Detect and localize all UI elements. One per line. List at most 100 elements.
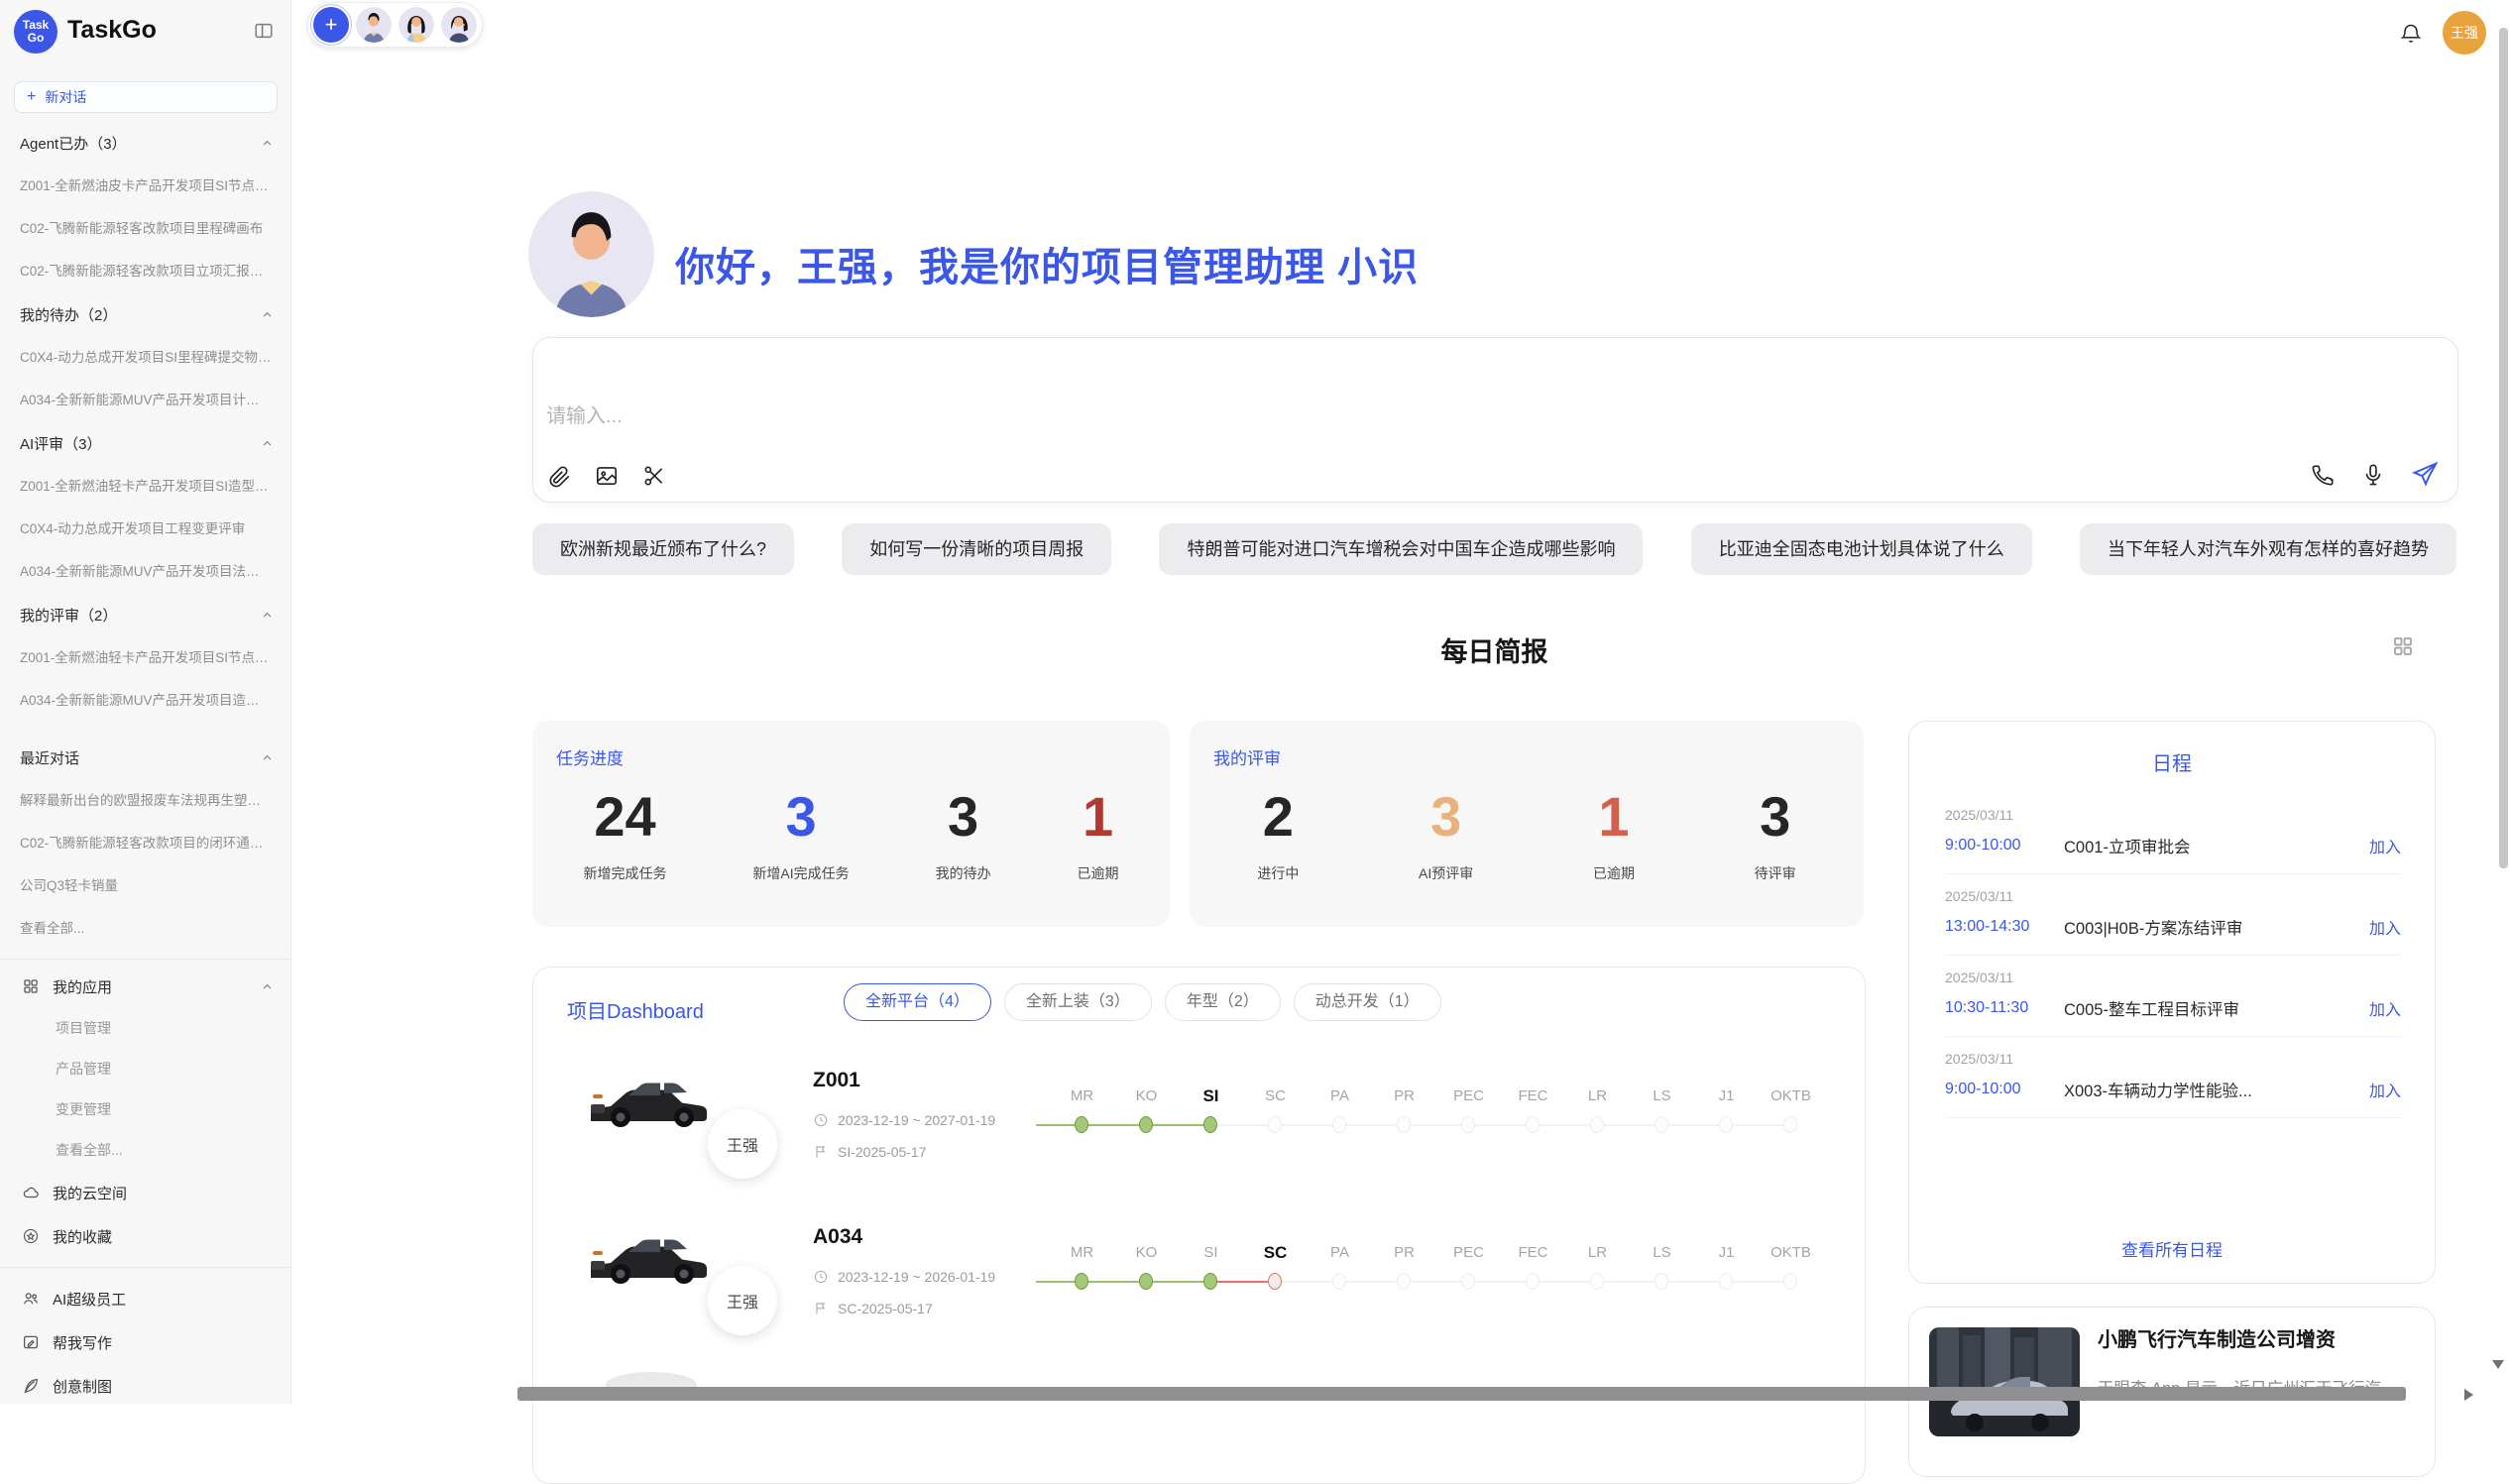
avatar[interactable] <box>356 7 392 43</box>
sidebar-item-creative-drawing[interactable]: 创意制图 <box>0 1364 290 1408</box>
sidebar-section-header[interactable]: 最近对话 <box>0 736 290 779</box>
stat-value: 3 <box>936 784 991 850</box>
stats-row: 24新增完成任务3新增AI完成任务3我的待办1已逾期 <box>540 784 1162 883</box>
clock-icon <box>813 1269 829 1285</box>
cloud-icon <box>22 1184 40 1201</box>
image-icon[interactable] <box>594 463 620 489</box>
sidebar-app-change-mgmt[interactable]: 变更管理 <box>0 1089 290 1130</box>
chevron-up-icon[interactable] <box>260 136 275 151</box>
sidebar-item-favorites[interactable]: 我的收藏 <box>0 1214 290 1258</box>
milestone-label: J1 <box>1694 1241 1759 1265</box>
dashboard-filter-pill[interactable]: 动总开发（1） <box>1294 983 1441 1021</box>
suggestion-chip[interactable]: 欧洲新规最近颁布了什么? <box>532 523 794 575</box>
chevron-up-icon[interactable] <box>260 979 275 994</box>
sidebar-task-item[interactable]: C0X4-动力总成开发项目SI里程碑提交物检查 <box>0 336 290 379</box>
sidebar-task-item[interactable]: A034-全新新能源MUV产品开发项目计划变更表编写 <box>0 379 290 421</box>
briefing-stat: 1已逾期 <box>1593 784 1635 883</box>
suggestion-chips: 欧洲新规最近颁布了什么? 如何写一份清晰的项目周报特朗普可能对进口汽车增税会对中国… <box>532 523 2456 575</box>
sidebar-task-item[interactable]: A034-全新新能源MUV产品开发项目法规符合性评审 <box>0 550 290 593</box>
schedule-time: 9:00-10:00 <box>1945 1081 2064 1098</box>
chevron-up-icon[interactable] <box>260 608 275 623</box>
microphone-icon[interactable] <box>2360 462 2386 488</box>
project-row[interactable]: 王强 Z001 2023-12-19 ~ 2027-01-19 SI-2025-… <box>567 1057 1845 1205</box>
chat-input-box[interactable]: 请输入... <box>532 337 2458 503</box>
milestone-dot <box>1397 1273 1411 1290</box>
sidebar-section-header[interactable]: 我的待办（2） <box>0 292 290 336</box>
sidebar-apps-view-all[interactable]: 查看全部... <box>0 1130 290 1171</box>
sidebar-recent-item[interactable]: C02-飞腾新能源轻客改款项目的闭环通告反馈情况 <box>0 822 290 864</box>
milestone-label: PEC <box>1436 1084 1501 1108</box>
milestone-label: PA <box>1308 1084 1372 1108</box>
schedule-list: 2025/03/119:00-10:00C001-立项审批会加入2025/03/… <box>1945 793 2401 1118</box>
avatar[interactable] <box>399 7 434 43</box>
dashboard-filter-pill[interactable]: 全新平台（4） <box>844 983 991 1021</box>
sidebar-task-item[interactable]: A034-全新新能源MUV产品开发项目造型可行性评审 <box>0 679 290 722</box>
milestone-dots <box>1050 1271 1828 1293</box>
avatar[interactable] <box>441 7 477 43</box>
sidebar-app-project-mgmt[interactable]: 项目管理 <box>0 1008 290 1049</box>
notification-bell-icon[interactable] <box>2399 22 2423 46</box>
sidebar-section-header[interactable]: AI评审（3） <box>0 421 290 465</box>
project-code: A034 <box>813 1225 862 1249</box>
suggestion-chip[interactable]: 如何写一份清晰的项目周报 <box>842 523 1111 575</box>
horizontal-scrollbar[interactable] <box>517 1387 2406 1401</box>
add-conversation-button[interactable]: + <box>313 7 349 43</box>
dashboard-filter-pill[interactable]: 年型（2） <box>1165 983 1281 1021</box>
join-button[interactable]: 加入 <box>2369 834 2401 857</box>
phone-icon[interactable] <box>2310 462 2336 488</box>
suggestion-chip[interactable]: 比亚迪全固态电池计划具体说了什么 <box>1691 523 2032 575</box>
join-button[interactable]: 加入 <box>2369 915 2401 939</box>
view-all-schedule-link[interactable]: 查看所有日程 <box>1909 1236 2435 1261</box>
sidebar-item-ai-super-staff[interactable]: AI超级员工 <box>0 1277 290 1320</box>
send-icon[interactable] <box>2411 460 2440 489</box>
milestone-label: OKTB <box>1759 1241 1823 1265</box>
paperclip-icon[interactable] <box>546 463 572 489</box>
chevron-up-icon[interactable] <box>260 436 275 451</box>
chevron-up-icon[interactable] <box>260 750 275 765</box>
milestone-dot <box>1332 1273 1346 1290</box>
chevron-up-icon[interactable] <box>260 307 275 322</box>
sidebar-task-item[interactable]: C0X4-动力总成开发项目工程变更评审 <box>0 508 290 550</box>
vertical-scrollbar[interactable] <box>2499 28 2508 868</box>
stat-value: 24 <box>583 784 666 850</box>
user-avatar[interactable]: 王强 <box>2443 11 2486 55</box>
sidebar-task-item[interactable]: Z001-全新燃油轻卡产品开发项目SI节点属性5D文件评审 <box>0 636 290 679</box>
clock-icon <box>813 1112 829 1128</box>
scissors-icon[interactable] <box>641 463 667 489</box>
milestone-label: PA <box>1308 1241 1372 1265</box>
suggestion-chip[interactable]: 当下年轻人对汽车外观有怎样的喜好趋势 <box>2080 523 2456 575</box>
divider <box>0 1267 290 1268</box>
quill-icon <box>22 1377 40 1395</box>
join-button[interactable]: 加入 <box>2369 1078 2401 1101</box>
sidebar-item-help-me-write[interactable]: 帮我写作 <box>0 1320 290 1364</box>
schedule-date: 2025/03/11 <box>1945 1051 2401 1067</box>
stat-value: 3 <box>1755 784 1796 850</box>
project-row[interactable]: 王强 A034 2023-12-19 ~ 2026-01-19 SC-2025-… <box>567 1213 1845 1362</box>
sidebar-task-item[interactable]: C02-飞腾新能源轻客改款项目立项汇报方案 <box>0 250 290 292</box>
milestone-labels: MRKOSISCPAPRPECFECLRLSJ1OKTB <box>1050 1084 1828 1108</box>
sidebar-app-product-mgmt[interactable]: 产品管理 <box>0 1049 290 1089</box>
sidebar-recent-item[interactable]: 解释最新出台的欧盟报废车法规再生塑料比例被调至15%... <box>0 779 290 822</box>
scroll-right-arrow-icon[interactable] <box>2464 1389 2473 1401</box>
sidebar-recent-view-all[interactable]: 查看全部... <box>0 907 290 950</box>
dashboard-filter-pill[interactable]: 全新上装（3） <box>1004 983 1152 1021</box>
app-logo: Task Go <box>14 10 57 54</box>
layout-grid-icon[interactable] <box>2391 634 2415 658</box>
sidebar-item-my-apps[interactable]: 我的应用 <box>0 965 290 1008</box>
sidebar-collapse-icon[interactable] <box>253 20 275 42</box>
sidebar-task-item[interactable]: Z001-全新燃油轻卡产品开发项目SI造型提交物评审 <box>0 465 290 508</box>
schedule-name: X003-车辆动力学性能验... <box>2064 1078 2357 1101</box>
sidebar-item-cloud-space[interactable]: 我的云空间 <box>0 1171 290 1214</box>
chat-input-placeholder: 请输入... <box>546 400 623 428</box>
join-button[interactable]: 加入 <box>2369 996 2401 1020</box>
scroll-down-arrow-icon[interactable] <box>2492 1360 2504 1369</box>
sidebar-section-header[interactable]: Agent已办（3） <box>0 121 290 165</box>
sidebar-task-item[interactable]: C02-飞腾新能源轻客改款项目里程碑画布 <box>0 207 290 250</box>
stat-label: AI预评审 <box>1419 863 1473 883</box>
sidebar-section-header[interactable]: 我的评审（2） <box>0 593 290 636</box>
new-chat-button[interactable]: + 新对话 <box>14 81 278 113</box>
suggestion-chip[interactable]: 特朗普可能对进口汽车增税会对中国车企造成哪些影响 <box>1159 523 1643 575</box>
sidebar-recent-item[interactable]: 公司Q3轻卡销量 <box>0 864 290 907</box>
help-me-write-label: 帮我写作 <box>53 1332 275 1353</box>
sidebar-task-item[interactable]: Z001-全新燃油皮卡产品开发项目SI节点Lesson Learn报告 <box>0 165 290 207</box>
